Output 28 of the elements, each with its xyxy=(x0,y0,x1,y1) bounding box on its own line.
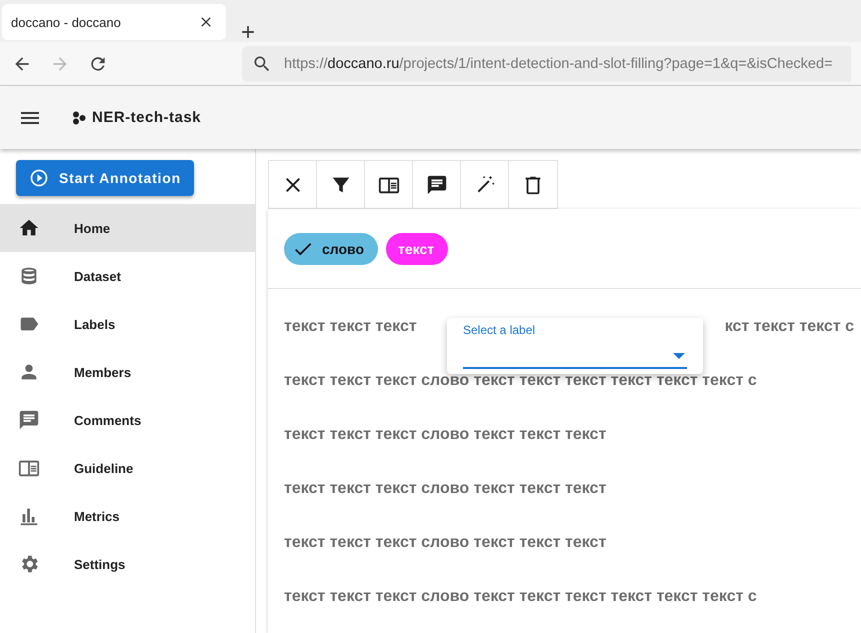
logo-icon xyxy=(72,110,86,124)
search-icon xyxy=(252,54,272,74)
text-line: текст текст текст слово текст текст текст текст текст текст с xyxy=(284,371,757,391)
dropdown-caret-icon xyxy=(673,353,685,359)
sidebar-item[interactable]: Comments xyxy=(0,396,255,444)
sidebar-item[interactable]: Home xyxy=(0,204,255,252)
url-text: https://doccano.ru/projects/1/intent-detection-and-slot-filling?page=1&q=&isChecked= xyxy=(284,56,833,72)
project-title: NER-tech-task xyxy=(92,109,202,126)
sidebar-item[interactable]: Members xyxy=(0,348,255,396)
text-line: текст текст текст слово текст текст текст xyxy=(284,533,606,553)
tab-title: doccano - doccano xyxy=(11,14,121,30)
address-bar[interactable]: https://doccano.ru/projects/1/intent-detection-and-slot-filling?page=1&q=&isChecked= xyxy=(242,46,851,82)
sidebar-item[interactable]: Labels xyxy=(0,300,255,348)
text-line: текст текст текст слово текст текст текст xyxy=(284,425,606,445)
sidebar-item[interactable]: Guideline xyxy=(0,444,255,492)
browser-tab[interactable]: doccano - doccano xyxy=(2,4,226,40)
sidebar-item[interactable]: Settings xyxy=(0,540,255,588)
start-annotation-button[interactable]: Start Annotation xyxy=(16,160,194,196)
text-line: текст текст текст слово текст текст текст xyxy=(284,479,606,499)
comment-icon xyxy=(426,174,448,196)
sidebar-item[interactable]: Metrics xyxy=(0,492,255,540)
label-chip[interactable]: слово xyxy=(284,232,378,264)
text-line: текст текст текст слово текст текст текст текст текст текст с xyxy=(284,587,757,607)
text-line: текст текст текст xyxy=(284,317,417,337)
label-select[interactable]: Select a label xyxy=(463,323,687,369)
comment-icon xyxy=(18,409,40,431)
sidebar-item[interactable]: Dataset xyxy=(0,252,255,300)
text-line: кст текст текст с xyxy=(724,317,854,337)
